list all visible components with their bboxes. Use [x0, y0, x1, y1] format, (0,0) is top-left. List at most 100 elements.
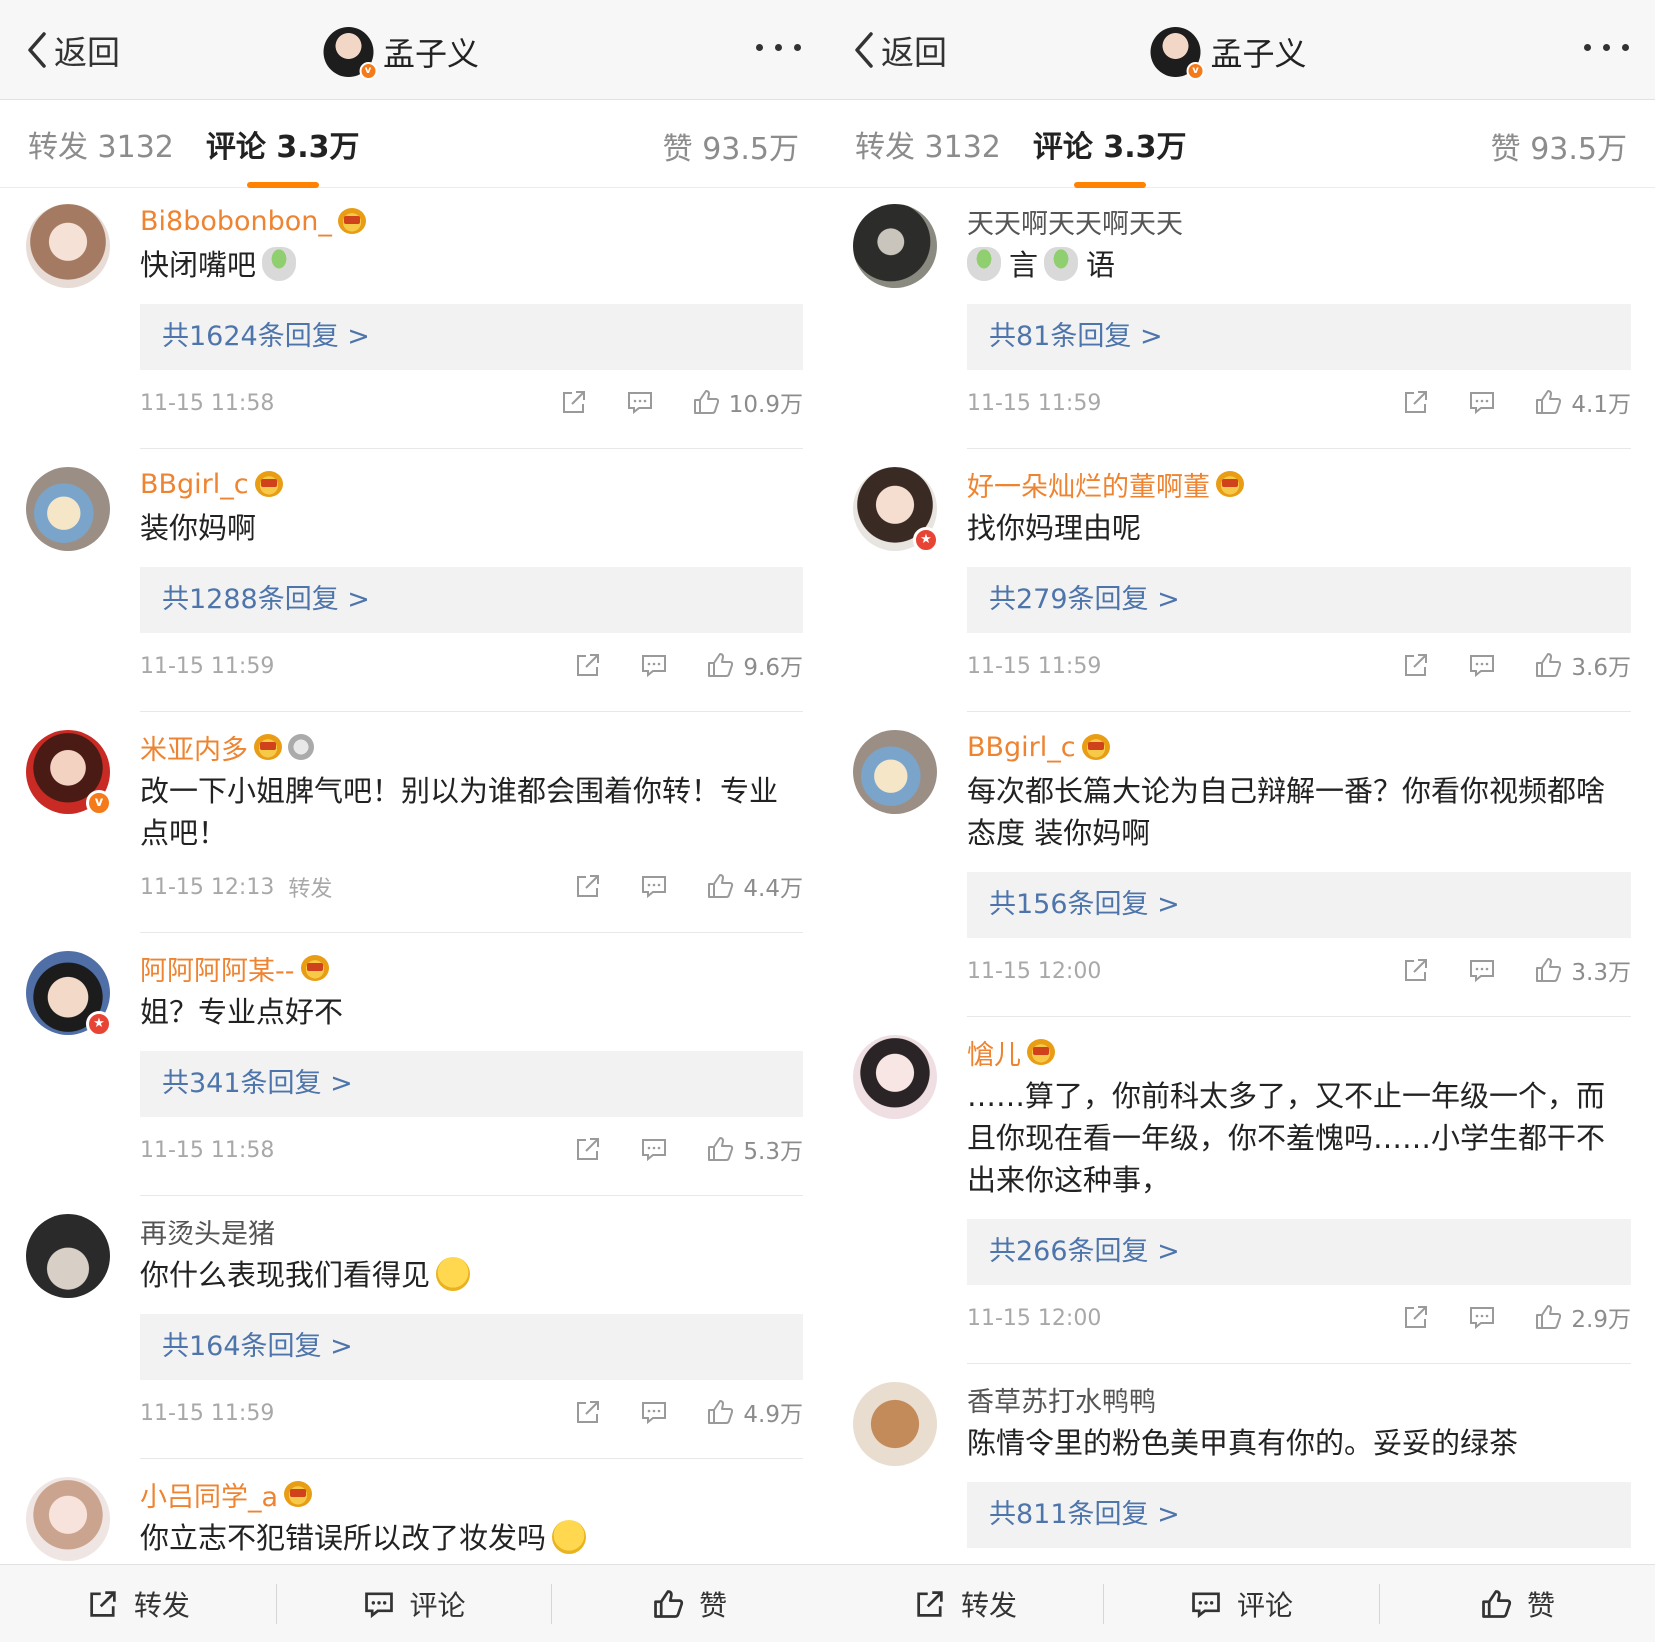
avatar[interactable]: v [1150, 27, 1205, 80]
more-icon[interactable] [1584, 44, 1629, 51]
comment-button[interactable]: 评论 [1103, 1583, 1379, 1624]
comment-text: 陈情令里的粉色美甲真有你的。妥妥的绿茶 [967, 1426, 1519, 1460]
share-icon [1401, 650, 1431, 680]
like-button[interactable]: 4.1万 [1533, 385, 1631, 419]
comment-username[interactable]: 天天啊天天啊天天 [967, 202, 1183, 241]
back-button[interactable]: 返回 [851, 26, 947, 74]
header-user[interactable]: v 孟子义 [1150, 27, 1307, 80]
reply-button[interactable] [1467, 1302, 1497, 1332]
comment-username[interactable]: 愴儿 [967, 1033, 1021, 1072]
comment-text: 姐？专业点好不 [140, 995, 344, 1029]
avatar[interactable] [853, 1035, 937, 1119]
replies-link[interactable]: 共164条回复 > [140, 1314, 803, 1380]
comment-text: 改一下小姐脾气吧！别以为谁都会围着你转！专业点吧！ [140, 774, 779, 850]
avatar[interactable] [26, 467, 110, 551]
like-label: 赞 [1526, 1588, 1555, 1622]
avatar[interactable]: ★ [853, 467, 939, 553]
comment-username[interactable]: Bi8bobonbon_ [140, 206, 332, 237]
tab-repost[interactable]: 转发 3132 [28, 122, 174, 166]
thumbs-up-icon [705, 1134, 735, 1164]
tab-bar: 转发 3132 评论 3.3万 赞 93.5万 [0, 100, 827, 188]
avatar[interactable] [26, 204, 110, 288]
reply-button[interactable] [1467, 387, 1497, 417]
comment-item: v 米亚内多 改一下小姐脾气吧！别以为谁都会围着你转！专业点吧！ 11-15 1… [0, 728, 827, 933]
comment-username[interactable]: 好一朵灿烂的董啊董 [967, 465, 1210, 504]
reply-button[interactable] [639, 1397, 669, 1427]
green-tea-emoji-icon [262, 247, 297, 281]
avatar[interactable] [853, 204, 937, 288]
tab-like[interactable]: 赞 93.5万 [663, 124, 799, 168]
share-button[interactable] [1401, 387, 1431, 417]
reply-button[interactable] [639, 871, 669, 901]
like-label: 赞 [699, 1588, 728, 1622]
like-count: 9.6万 [743, 655, 803, 681]
share-button[interactable] [1401, 650, 1431, 680]
like-button[interactable]: 3.6万 [1533, 648, 1631, 682]
reply-button[interactable] [1467, 955, 1497, 985]
more-icon[interactable] [756, 44, 801, 51]
share-icon [573, 1134, 603, 1164]
replies-link[interactable]: 共266条回复 > [967, 1219, 1631, 1285]
share-button[interactable] [573, 1397, 603, 1427]
avatar[interactable] [853, 730, 937, 814]
repost-label[interactable]: 转发 [288, 871, 332, 903]
share-button[interactable] [1401, 955, 1431, 985]
share-icon [1401, 955, 1431, 985]
comment-button[interactable]: 评论 [275, 1583, 552, 1624]
comment-username[interactable]: BBgirl_c [140, 469, 249, 500]
tab-comment[interactable]: 评论 3.3万 [1033, 122, 1187, 166]
like-button[interactable]: 10.9万 [691, 385, 803, 419]
comment-item: 香草苏打水鸭鸭 陈情令里的粉色美甲真有你的。妥妥的绿茶 共811条回复 > [827, 1380, 1655, 1548]
reply-button[interactable] [639, 1134, 669, 1164]
reply-button[interactable] [639, 650, 669, 680]
like-button[interactable]: 3.3万 [1533, 953, 1631, 987]
comment-username[interactable]: 阿阿阿阿某-- [140, 949, 295, 988]
like-button[interactable]: 赞 [551, 1583, 827, 1624]
back-button[interactable]: 返回 [24, 26, 120, 74]
like-count: 5.3万 [743, 1139, 803, 1165]
replies-link[interactable]: 共811条回复 > [967, 1482, 1631, 1548]
tab-comment[interactable]: 评论 3.3万 [206, 122, 360, 166]
share-button[interactable] [573, 1134, 603, 1164]
repost-button[interactable]: 转发 [827, 1584, 1103, 1624]
replies-link[interactable]: 共1624条回复 > [140, 304, 803, 370]
replies-link[interactable]: 共279条回复 > [967, 567, 1631, 633]
comment-username[interactable]: 小吕同学_a [140, 1475, 278, 1514]
reply-button[interactable] [625, 387, 655, 417]
comment-username[interactable]: 香草苏打水鸭鸭 [967, 1380, 1156, 1419]
avatar[interactable] [26, 1477, 110, 1561]
reply-button[interactable] [1467, 650, 1497, 680]
avatar[interactable] [26, 1214, 110, 1298]
like-button[interactable]: 4.9万 [705, 1395, 803, 1429]
repost-button[interactable]: 转发 [0, 1584, 276, 1624]
share-button[interactable] [559, 387, 589, 417]
tab-like[interactable]: 赞 93.5万 [1491, 124, 1627, 168]
header-user[interactable]: v 孟子义 [323, 27, 479, 80]
share-button[interactable] [573, 871, 603, 901]
comment-meta: 11-15 11:59 3.6万 [967, 633, 1631, 699]
like-button[interactable]: 5.3万 [705, 1132, 803, 1166]
share-button[interactable] [573, 650, 603, 680]
tab-repost[interactable]: 转发 3132 [855, 122, 1001, 166]
avatar[interactable]: v [323, 27, 378, 80]
replies-link[interactable]: 共1288条回复 > [140, 567, 803, 633]
comment-username[interactable]: 再烫头是猪 [140, 1212, 275, 1251]
replies-link[interactable]: 共341条回复 > [140, 1051, 803, 1117]
share-button[interactable] [1401, 1302, 1431, 1332]
comment-username[interactable]: BBgirl_c [967, 732, 1076, 763]
comment-text: 你什么表现我们看得见 [140, 1254, 803, 1296]
avatar[interactable]: v [26, 730, 112, 816]
thumbs-up-icon [705, 650, 735, 680]
comment-username[interactable]: 米亚内多 [140, 728, 248, 767]
star-badge-icon: ★ [913, 527, 939, 553]
like-button[interactable]: 2.9万 [1533, 1300, 1631, 1334]
like-button[interactable]: 赞 [1379, 1583, 1655, 1624]
avatar[interactable] [853, 1382, 937, 1466]
replies-link[interactable]: 共156条回复 > [967, 872, 1631, 938]
green-tea-emoji-icon [1044, 247, 1079, 281]
like-button[interactable]: 9.6万 [705, 648, 803, 682]
like-button[interactable]: 4.4万 [705, 869, 803, 903]
avatar[interactable]: ★ [26, 951, 112, 1037]
replies-link[interactable]: 共81条回复 > [967, 304, 1631, 370]
comment-time: 11-15 11:59 [140, 1400, 275, 1426]
